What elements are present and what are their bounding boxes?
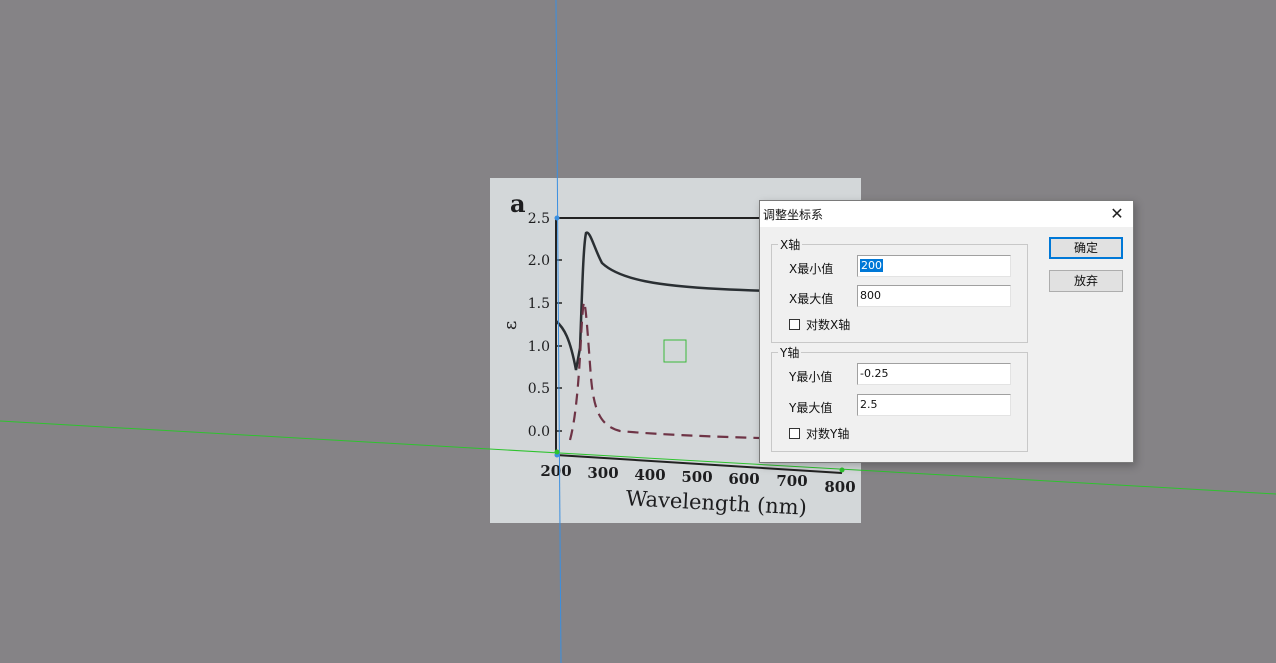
y-tick-label: 0.0 [528,424,550,440]
y-tick-label: 0.5 [528,381,550,397]
y-axis-group-legend: Y轴 [778,344,802,361]
checkbox-box[interactable] [789,428,800,439]
x-max-label: X最大值 [789,292,834,306]
panel-letter: a [510,189,526,218]
log-x-checkbox[interactable]: 对数X轴 [789,316,850,333]
ok-button[interactable]: 确定 [1049,237,1123,259]
x-tick-label: 700 [776,472,807,490]
y-min-field[interactable]: -0.25 [857,363,1011,385]
y-tick-label: 2.5 [528,211,550,227]
x-tick-label: 400 [634,466,665,484]
x-min-value: 200 [860,259,883,272]
y-min-label: Y最小值 [789,370,833,384]
y-tick-label: 1.0 [528,339,550,355]
x-axis-group-legend: X轴 [778,236,803,253]
log-y-checkbox[interactable]: 对数Y轴 [789,425,849,442]
x-tick-label: 600 [728,470,759,488]
checkbox-box[interactable] [789,319,800,330]
y-tick-labels: 2.5 2.0 1.5 1.0 0.5 0.0 [528,211,550,440]
x-min-field[interactable]: 200 [857,255,1011,277]
y-max-field[interactable]: 2.5 [857,394,1011,416]
x-tick-label: 200 [540,462,571,480]
log-x-label: 对数X轴 [806,318,851,332]
y-tick-label: 1.5 [528,296,550,312]
selection-square[interactable] [663,339,687,363]
x-axis-group: X轴 X最小值 200 X最大值 800 对数X轴 [771,236,1028,343]
close-icon[interactable]: ✕ [1105,203,1129,225]
x-max-field[interactable]: 800 [857,285,1011,307]
y-max-label: Y最大值 [789,401,833,415]
x-axis-label: Wavelength (nm) [625,486,807,519]
y-tick-label: 2.0 [528,253,550,269]
dialog-titlebar[interactable]: 调整坐标系 ✕ [760,201,1133,227]
adjust-axes-dialog: 调整坐标系 ✕ X轴 X最小值 200 X最大值 800 对数X轴 Y轴 Y最小… [759,200,1134,463]
y-axis-label: ε [500,321,521,330]
log-y-label: 对数Y轴 [806,427,850,441]
digitizer-workspace[interactable]: a 2.5 2.0 1.5 1.0 0.5 0.0 ε 200 300 400 … [0,0,1276,663]
x-tick-label: 300 [587,464,618,482]
y-axis-group: Y轴 Y最小值 -0.25 Y最大值 2.5 对数Y轴 [771,344,1028,452]
cancel-button[interactable]: 放弃 [1049,270,1123,292]
dialog-title: 调整坐标系 [763,208,824,222]
x-min-label: X最小值 [789,262,834,276]
x-tick-label: 500 [681,468,712,486]
x-tick-label: 800 [824,478,855,496]
